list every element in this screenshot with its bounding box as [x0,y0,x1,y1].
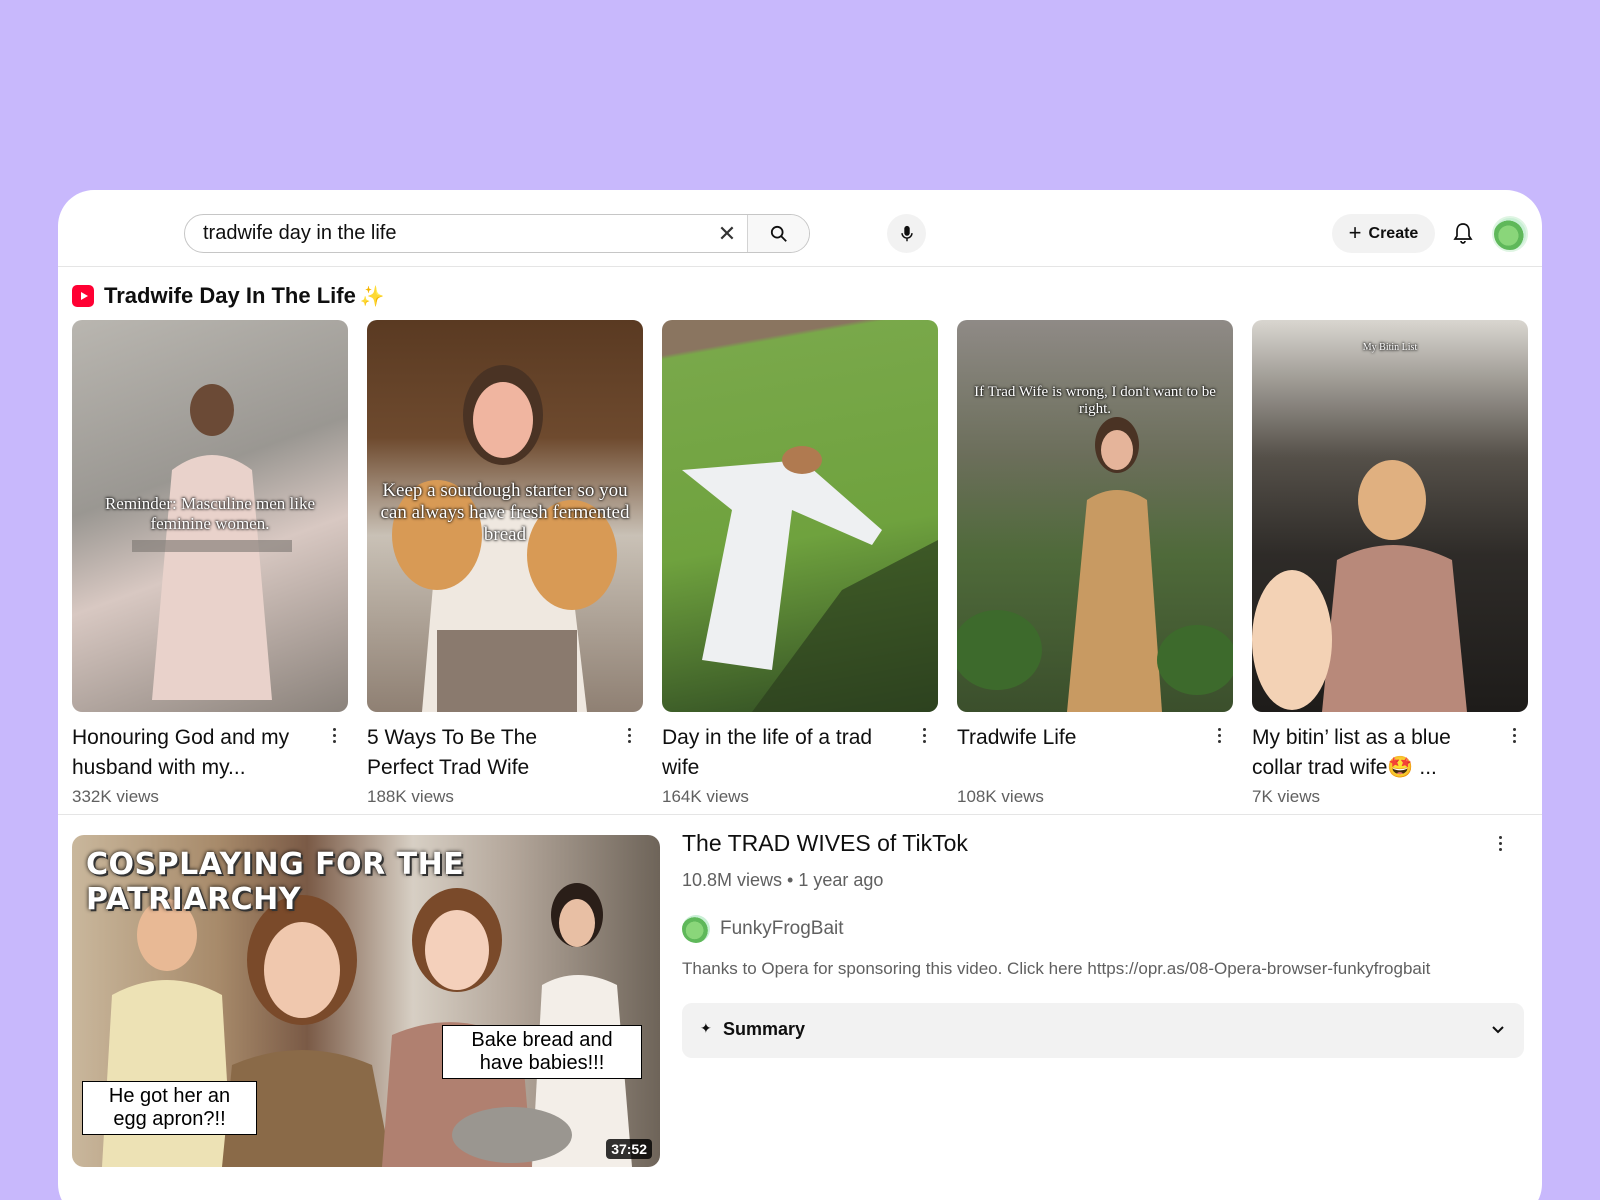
more-options-icon[interactable] [918,724,930,746]
shorts-shelf-heading: Tradwife Day In The Life ✨ [72,283,385,309]
account-avatar[interactable] [1492,216,1528,252]
short-title[interactable]: Honouring God and my husband with my... [72,723,312,783]
sparkle-icon: ✦ [700,1020,712,1036]
video-thumbnail[interactable]: COSPLAYING FOR THE PATRIARCHY He got her… [72,835,660,1167]
more-options-icon[interactable] [623,724,635,746]
channel-link[interactable]: FunkyFrogBait [682,915,844,943]
more-options-icon[interactable] [1508,724,1520,746]
short-title[interactable]: Day in the life of a trad wife [662,723,902,783]
search-box[interactable]: tradwife day in the life ✕ [184,214,810,253]
thumbnail-headline: COSPLAYING FOR THE PATRIARCHY [86,847,465,917]
shorts-logo-icon [72,285,94,307]
browser-window: tradwife day in the life ✕ + Create Trad… [58,190,1542,1200]
short-card[interactable]: Reminder: Masculine men like feminine wo… [72,320,348,806]
top-bar: tradwife day in the life ✕ + Create [58,190,1542,267]
short-thumbnail[interactable] [662,320,938,712]
video-meta: 10.8M views • 1 year ago [682,870,884,890]
short-card[interactable]: Day in the life of a trad wife 164K view… [662,320,938,806]
short-title[interactable]: My bitin’ list as a blue collar trad wif… [1252,723,1492,783]
short-views: 108K views [957,787,1044,806]
short-views: 7K views [1252,787,1321,806]
thumbnail-caption: Bake bread and have babies!!! [442,1025,642,1079]
channel-avatar[interactable] [682,915,710,943]
short-title[interactable]: Tradwife Life [957,723,1197,753]
search-icon [770,225,787,242]
more-options-icon[interactable] [1494,832,1506,854]
short-overlay-text: Reminder: Masculine men like feminine wo… [104,494,316,533]
search-input[interactable]: tradwife day in the life [185,215,707,252]
microphone-icon [900,225,913,241]
woman-lying-on-grass-illustration [682,446,938,712]
short-overlay-text: Keep a sourdough starter so you can alwa… [380,480,630,545]
video-title[interactable]: The TRAD WIVES of TikTok [682,830,968,857]
search-button[interactable] [747,215,809,252]
video-description: Thanks to Opera for sponsoring this vide… [682,959,1431,978]
create-label: Create [1368,224,1419,242]
section-divider [58,814,1542,815]
shorts-shelf: Reminder: Masculine men like feminine wo… [72,320,1530,806]
short-thumbnail[interactable]: Reminder: Masculine men like feminine wo… [72,320,348,712]
shorts-shelf-title: Tradwife Day In The Life [104,283,356,308]
more-options-icon[interactable] [1213,724,1225,746]
short-views: 332K views [72,787,159,806]
summary-panel[interactable]: ✦ Summary [682,1003,1524,1058]
short-card[interactable]: My Bitin List My bitin’ list as a blue c… [1252,320,1528,806]
short-overlay-text: My Bitin List [1362,342,1418,353]
channel-name[interactable]: FunkyFrogBait [720,918,844,940]
woman-in-car-illustration [1252,460,1467,712]
more-options-icon[interactable] [328,724,340,746]
create-button[interactable]: + Create [1332,214,1435,253]
woman-in-garden-illustration [957,417,1233,712]
bell-icon [1453,223,1473,244]
short-card[interactable]: Keep a sourdough starter so you can alwa… [367,320,643,806]
short-thumbnail[interactable]: My Bitin List [1252,320,1528,712]
summary-label: Summary [723,1019,806,1039]
chevron-down-icon [1492,1026,1504,1034]
short-thumbnail[interactable]: Keep a sourdough starter so you can alwa… [367,320,643,712]
sparkle-emoji: ✨ [359,285,385,308]
voice-search-button[interactable] [887,214,926,253]
short-overlay-text: If Trad Wife is wrong, I don't want to b… [974,384,1216,418]
video-duration-badge: 37:52 [606,1139,652,1159]
short-views: 164K views [662,787,749,806]
close-icon[interactable]: ✕ [707,215,747,252]
plus-icon: + [1348,219,1362,245]
short-thumbnail[interactable]: If Trad Wife is wrong, I don't want to b… [957,320,1233,712]
short-title[interactable]: 5 Ways To Be The Perfect Trad Wife [367,723,607,783]
short-card[interactable]: If Trad Wife is wrong, I don't want to b… [957,320,1233,806]
short-views: 188K views [367,787,454,806]
thumbnail-caption: He got her an egg apron?!! [82,1081,257,1135]
notifications-button[interactable] [1448,218,1478,248]
